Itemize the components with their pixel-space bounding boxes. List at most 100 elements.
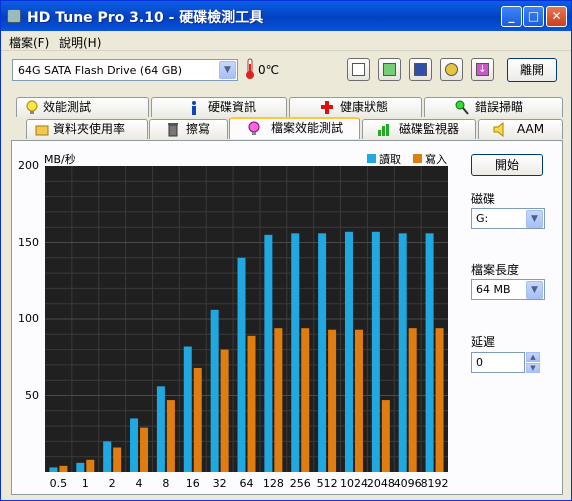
bar-write [59,465,68,472]
bar-read [398,233,407,472]
menu-help[interactable]: 說明(H) [59,34,101,51]
download-button[interactable]: ↓ [471,58,494,81]
bar-read [183,346,192,472]
x-tick-label: 2048 [366,477,395,490]
bar-write [274,328,283,472]
tab-label: 錯誤掃瞄 [475,100,524,114]
speaker-icon [493,121,507,138]
drive-label: 磁碟 [471,192,496,206]
x-tick-label: 8192 [420,477,449,490]
download-icon: ↓ [476,63,489,76]
tab-file-benchmark[interactable]: 檔案效能測試 [229,117,360,139]
copy-screenshot-button[interactable] [378,58,401,81]
plot-area [45,166,448,472]
bar-read [264,234,273,472]
legend-swatch-write [413,154,422,163]
chevron-down-icon[interactable]: ▼ [526,281,543,299]
x-tick-label: 1 [81,477,89,490]
tab-error-scan[interactable]: 錯誤掃瞄 [424,97,563,117]
chevron-down-icon[interactable]: ▼ [219,61,236,79]
drive-select-value: G: [476,212,489,225]
save-button[interactable] [409,58,432,81]
bar-write [328,329,337,472]
legend-swatch-read [367,154,376,163]
file-benchmark-icon [247,121,261,136]
bar-write [301,328,310,472]
bar-read [130,418,139,472]
toolbar: 64G SATA Flash Drive (64 GB) ▼ 0℃ ↓ 離開 [1,52,571,92]
bar-write [408,328,417,472]
bar-read [76,462,85,472]
tab-label: AAM [517,122,545,136]
close-button[interactable]: ✕ [546,6,567,27]
drive-select[interactable]: G: ▼ [471,208,545,229]
x-tick-label: 4096 [393,477,422,490]
bar-read [371,231,380,472]
thermometer-icon [246,58,254,79]
legend-read: 讀取 [379,153,401,166]
tab-label: 擦寫 [186,122,211,136]
benchmark-chart: MB/秒 讀取 寫入 50 100 150 200 0.5 1 2 4 8 16 32 64 128 2… [15,144,459,492]
y-axis-label: MB/秒 [44,153,76,166]
x-tick-label: 8 [162,477,170,490]
bar-read [237,257,246,472]
bar-write [354,329,363,472]
tab-label: 效能測試 [43,100,92,114]
bar-read [291,233,300,472]
minimize-button[interactable]: _ [501,6,522,27]
settings-button[interactable] [440,58,463,81]
tab-label: 硬碟資訊 [208,100,257,114]
bar-write [220,349,229,472]
copy-info-button[interactable] [347,58,370,81]
tab-benchmark[interactable]: 效能測試 [16,97,149,117]
exit-button[interactable]: 離開 [507,58,557,82]
file-length-value: 64 MB [476,283,511,296]
temperature-readout: 0℃ [258,63,280,77]
tab-folder-usage[interactable]: 資料夾使用率 [26,119,148,139]
delay-input[interactable]: 0 [471,352,525,373]
copy-screenshot-icon [383,63,396,76]
magnifier-icon [455,100,469,115]
bar-read [49,467,58,472]
file-length-select[interactable]: 64 MB ▼ [471,279,545,300]
y-tick-label: 200 [18,159,39,172]
x-tick-label: 32 [212,477,227,490]
tab-health[interactable]: 健康狀態 [289,97,422,117]
title-bar[interactable]: HD Tune Pro 3.10 - 硬碟檢測工具 _ □ ✕ [1,1,571,31]
y-tick-label: 50 [25,388,39,402]
spin-down-icon[interactable]: ▼ [526,363,540,373]
maximize-button[interactable]: □ [523,6,544,27]
spin-up-icon[interactable]: ▲ [526,352,540,362]
save-icon [414,63,427,76]
delay-label: 延遲 [471,335,496,349]
settings-icon [445,63,458,76]
x-tick-label: 128 [262,477,284,490]
start-button[interactable]: 開始 [471,154,543,176]
drive-dropdown-value: 64G SATA Flash Drive (64 GB) [18,64,183,77]
menu-bar: 檔案(F) 說明(H) [1,31,571,51]
tab-drive-info[interactable]: 硬碟資訊 [151,97,287,117]
bar-write [166,400,175,472]
tab-disk-monitor[interactable]: 磁碟監視器 [362,119,476,139]
bar-read [344,231,353,472]
tab-label: 健康狀態 [340,100,389,114]
tab-aam[interactable]: AAM [478,119,563,139]
x-tick-label: 64 [239,477,254,490]
legend-write: 寫入 [425,153,447,166]
menu-file[interactable]: 檔案(F) [9,34,49,51]
app-window: HD Tune Pro 3.10 - 硬碟檢測工具 _ □ ✕ 檔案(F) 說明… [0,0,572,501]
bar-write [435,328,444,472]
x-tick-label: 1024 [339,477,368,490]
copy-info-icon [352,63,365,76]
tab-erase[interactable]: 擦寫 [149,119,228,139]
x-tick-label: 0.5 [49,477,68,490]
bar-read [210,309,219,472]
chevron-down-icon[interactable]: ▼ [526,210,543,228]
x-tick-label: 4 [135,477,143,490]
bar-write [247,335,256,472]
bar-read [156,386,165,472]
trash-icon [166,122,180,137]
drive-dropdown[interactable]: 64G SATA Flash Drive (64 GB) ▼ [12,59,238,81]
file-length-label: 檔案長度 [471,263,520,277]
tab-label: 磁碟監視器 [399,122,460,136]
